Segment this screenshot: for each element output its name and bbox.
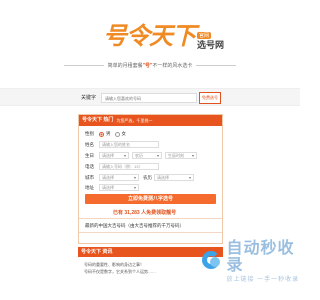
region-value: 请选择 [157,175,169,180]
birth-year-select[interactable]: 请选择 ▾ [99,152,129,159]
radio-checked-icon [99,131,104,137]
slogan-quote: "号" [142,63,153,69]
slogan: 简单的月租套餐 "号" 不一样的风水选卡 [60,62,240,69]
logo-subtitle: 选号网 [197,40,225,50]
gender-male-label: 男 [106,131,111,136]
addr-value: 请选择 [102,185,114,190]
birth-month-value: 农历 [135,153,143,158]
name-label: 姓名 [85,141,94,147]
city-row: 城市 请选择 ▾ 农历 请选择 ▾ [85,174,194,181]
phone-label: 电话 [85,163,94,169]
signup-count: 已有 31,283 人免费领取靓号 [113,210,177,216]
gender-female-label: 女 [121,131,127,136]
search-label: 关键字 [81,95,97,101]
province-select[interactable]: 请选择 ▾ [99,174,139,181]
site-logo[interactable]: 号令天下 官网 选号网 [103,23,225,51]
birth-month-select[interactable]: 农历 ▾ [132,152,162,159]
form-title: 号令天下 热门 [82,117,114,123]
slogan-right: 不一样的风水选卡 [152,63,193,69]
submit-button[interactable]: 立即免费测八字选号 [85,194,216,204]
region-label: 农历 [143,174,152,180]
birth-year-value: 请选择 [102,153,114,158]
watermark: 自动秒收录 放上链接 一手一秒收录 [200,240,300,283]
province-value: 请选择 [102,175,114,180]
search-input[interactable] [101,93,197,103]
recommend-title[interactable]: 最新的中国大吉号码（由大吉号推荐的千万号码） [85,223,184,229]
watermark-logo-icon [200,249,222,275]
chevron-down-icon: ▾ [156,153,159,158]
divider [79,218,222,219]
gender-male-radio[interactable]: 男 [99,131,111,137]
addr-label: 地址 [85,184,94,190]
chevron-down-icon: ▾ [191,153,194,158]
number-form-panel: 号令天下 热门 为您严选，千里挑一 性别 男 女 姓名 请输入您的姓名 生日 请… [78,114,223,244]
city-label: 城市 [85,174,94,180]
gender-label: 性别 [85,131,94,136]
addr-select[interactable]: 请选择 ▾ [99,184,139,191]
form-header: 号令天下 热门 为您严选，千里挑一 [79,115,222,126]
birth-label: 生日 [85,152,94,158]
chevron-down-icon: ▾ [188,175,191,180]
region-select[interactable]: 请选择 ▾ [154,174,194,181]
phone-row: 电话 请输入号码（例：13） [85,163,159,170]
logo-text: 号令天下 [103,23,196,50]
divider [79,232,222,233]
gender-female-radio[interactable]: 女 [114,131,127,137]
name-row: 姓名 请输入您的姓名 [85,141,159,148]
search-bar: 关键字 免费选号 [0,88,300,106]
news-item[interactable]: 号码不仅是数字，它关系到个人运势…… [84,268,217,275]
addr-row: 地址 请选择 ▾ [85,184,139,191]
slogan-divider-right [196,65,236,66]
name-field[interactable]: 请输入您的姓名 [99,141,159,148]
chevron-down-icon: ▾ [123,153,126,158]
birth-hour-select[interactable]: 生辰时刻 ▾ [165,152,197,159]
header: 号令天下 官网 选号网 简单的月租套餐 "号" 不一样的风水选卡 [0,0,300,82]
chevron-down-icon: ▾ [133,185,136,190]
watermark-title: 自动秒收录 [226,240,295,274]
phone-field[interactable]: 请输入号码（例：13） [99,163,159,170]
birth-row: 生日 请选择 ▾ 农历 ▾ 生辰时刻 ▾ [85,152,197,159]
radio-unchecked-icon [114,131,120,137]
watermark-subtitle: 放上链接 一手一秒收录 [226,277,300,283]
search-button[interactable]: 免费选号 [199,92,221,104]
news-item[interactable]: 号码的重要性、影响的身边之事！ [84,261,217,268]
gender-row: 性别 男 女 [85,131,130,137]
slogan-divider-left [64,65,104,66]
logo-badge: 官网 [197,32,211,39]
birth-hour-value: 生辰时刻 [168,153,184,158]
slogan-left: 简单的月租套餐 [107,63,143,69]
chevron-down-icon: ▾ [133,175,136,180]
form-note: 为您严选，千里挑一 [116,118,153,123]
